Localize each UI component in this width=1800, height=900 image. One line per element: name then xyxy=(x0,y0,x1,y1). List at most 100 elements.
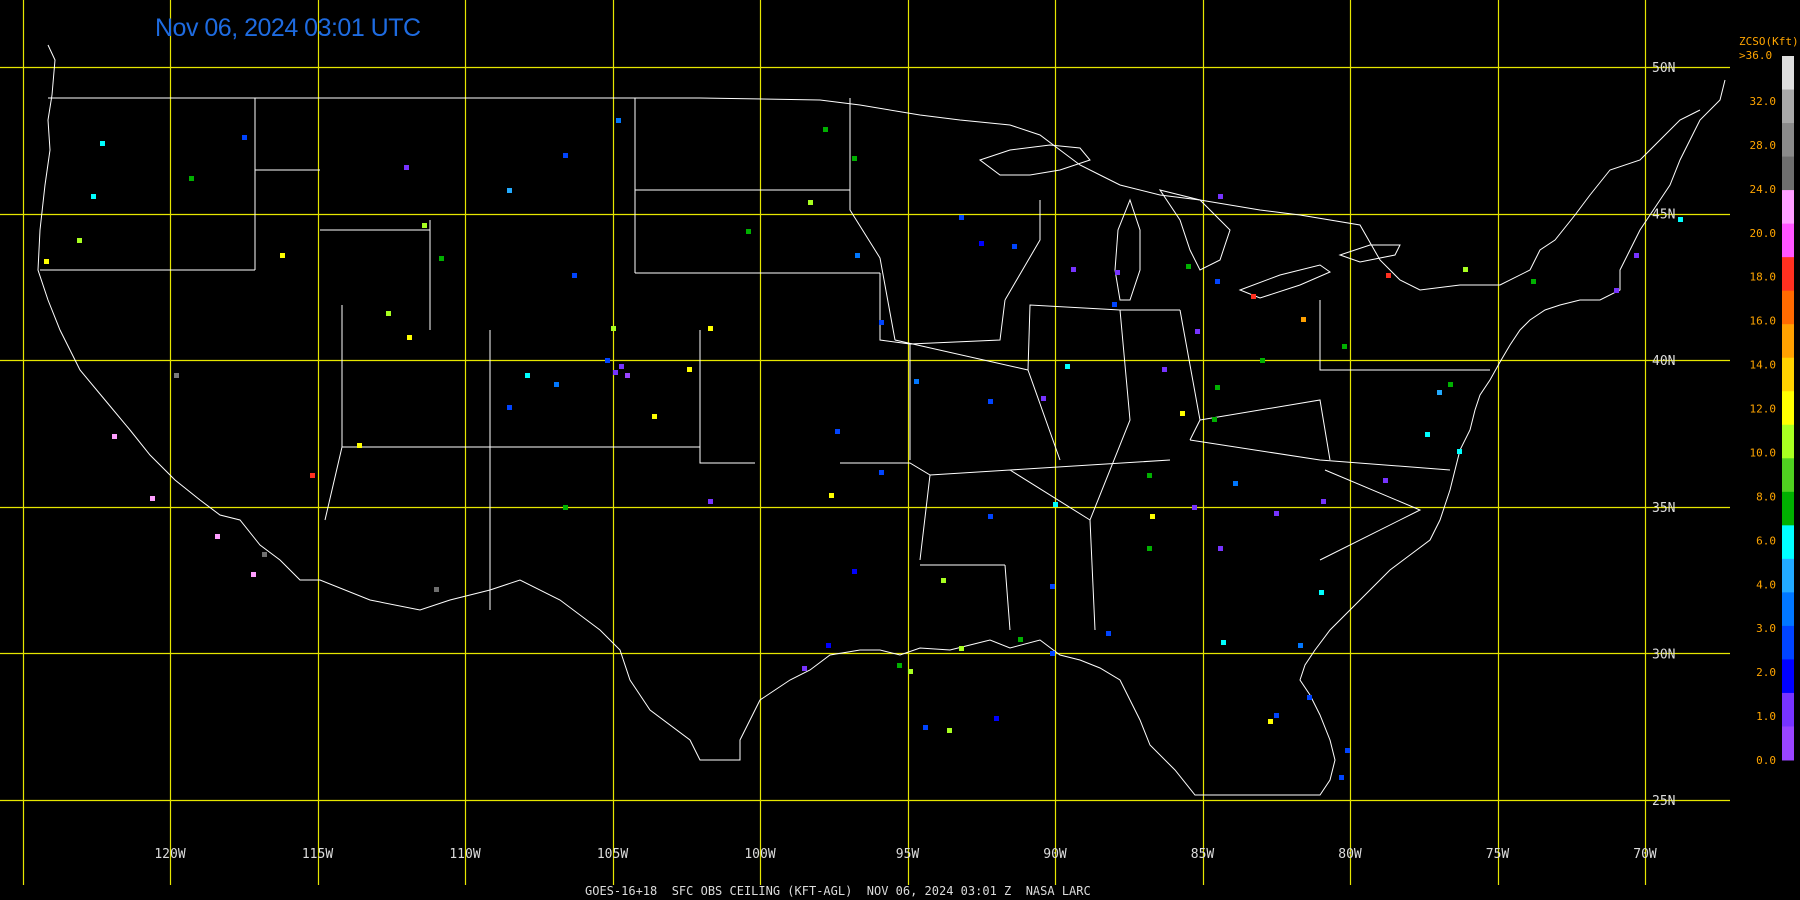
observation-dot xyxy=(1071,267,1076,272)
observation-dot xyxy=(835,429,840,434)
observation-dot xyxy=(1251,294,1256,299)
observation-dot xyxy=(189,176,194,181)
observation-dot xyxy=(310,473,315,478)
observation-dot xyxy=(174,373,179,378)
observation-dot xyxy=(1147,546,1152,551)
observation-dot xyxy=(215,534,220,539)
observation-dot xyxy=(1106,631,1111,636)
observation-dot xyxy=(1215,279,1220,284)
observation-dot xyxy=(572,273,577,278)
observation-dot xyxy=(280,253,285,258)
observation-dot xyxy=(1050,584,1055,589)
observation-dot xyxy=(1342,344,1347,349)
observation-dot xyxy=(563,153,568,158)
legend-label: 20.0 xyxy=(1750,227,1777,240)
observation-dot xyxy=(923,725,928,730)
observation-dot xyxy=(1162,367,1167,372)
legend-swatch xyxy=(1782,491,1794,526)
legend-label: 32.0 xyxy=(1750,95,1777,108)
observation-dot xyxy=(1301,317,1306,322)
legend-top-label: >36.0 xyxy=(1739,49,1773,62)
legend-swatch xyxy=(1782,726,1794,761)
legend-swatch xyxy=(1782,89,1794,124)
observation-dot xyxy=(357,443,362,448)
observation-dot xyxy=(1053,502,1058,507)
observation-dot xyxy=(616,118,621,123)
observation-dot xyxy=(852,156,857,161)
legend-label: 16.0 xyxy=(1750,315,1777,328)
observation-dot xyxy=(1425,432,1430,437)
observation-dot xyxy=(611,326,616,331)
longitude-label: 95W xyxy=(896,847,920,862)
observation-dot xyxy=(507,188,512,193)
observation-dot xyxy=(879,320,884,325)
legend-swatch xyxy=(1782,525,1794,560)
observation-dot xyxy=(1383,478,1388,483)
legend-label: 0.0 xyxy=(1756,754,1776,767)
observation-dot xyxy=(1634,253,1639,258)
observation-dot xyxy=(988,514,993,519)
legend-swatch xyxy=(1782,592,1794,627)
legend-label: 28.0 xyxy=(1750,139,1777,152)
legend-label: 12.0 xyxy=(1750,403,1777,416)
observation-dot xyxy=(262,552,267,557)
observation-dot xyxy=(100,141,105,146)
legend-swatch xyxy=(1782,123,1794,158)
observation-dot xyxy=(1050,651,1055,656)
observation-dot xyxy=(1115,270,1120,275)
legend-swatch xyxy=(1782,357,1794,392)
observation-dot xyxy=(1212,417,1217,422)
observation-dot xyxy=(1147,473,1152,478)
legend-swatch xyxy=(1782,424,1794,459)
legend-swatch xyxy=(1782,190,1794,225)
observation-dot xyxy=(1018,637,1023,642)
observation-dot xyxy=(808,200,813,205)
longitude-label: 100W xyxy=(744,847,775,862)
longitude-label: 90W xyxy=(1043,847,1067,862)
observation-dot xyxy=(941,578,946,583)
observation-dot xyxy=(625,373,630,378)
observation-dot xyxy=(1319,590,1324,595)
legend-swatch xyxy=(1782,458,1794,493)
observation-dot xyxy=(1531,279,1536,284)
observation-dot xyxy=(746,229,751,234)
observation-dot xyxy=(91,194,96,199)
observation-dot xyxy=(77,238,82,243)
observation-dot xyxy=(619,364,624,369)
latitude-label: 50N xyxy=(1652,61,1675,76)
observation-dot xyxy=(1180,411,1185,416)
observation-dot xyxy=(613,370,618,375)
observation-dot xyxy=(708,499,713,504)
observation-dot xyxy=(554,382,559,387)
observation-dot xyxy=(1218,546,1223,551)
longitude-label: 110W xyxy=(449,847,480,862)
ceiling-map: 120W 115W 110W 105W 100W 95W 90W 85W 80W 75W 70W 5… xyxy=(0,0,1800,900)
legend-label: 6.0 xyxy=(1756,534,1776,547)
observation-dot xyxy=(251,572,256,577)
observation-dot xyxy=(1274,511,1279,516)
observation-dot xyxy=(1321,499,1326,504)
observation-dot xyxy=(1307,695,1312,700)
observation-dot xyxy=(959,215,964,220)
observation-dot xyxy=(434,587,439,592)
legend-swatch xyxy=(1782,558,1794,593)
observation-dot xyxy=(1298,643,1303,648)
observation-dot xyxy=(908,669,913,674)
observation-dot xyxy=(525,373,530,378)
longitude-label: 75W xyxy=(1486,847,1510,862)
observation-dot xyxy=(994,716,999,721)
observation-dot xyxy=(802,666,807,671)
legend-label: 24.0 xyxy=(1750,183,1777,196)
observation-dot xyxy=(1463,267,1468,272)
observation-dot xyxy=(112,434,117,439)
timestamp-title: Nov 06, 2024 03:01 UTC xyxy=(155,14,421,42)
legend-label: 2.0 xyxy=(1756,666,1776,679)
legend-swatch xyxy=(1782,692,1794,727)
observation-dot xyxy=(563,505,568,510)
observation-dot xyxy=(826,643,831,648)
observation-dot xyxy=(44,259,49,264)
observation-dot xyxy=(407,335,412,340)
legend-swatch xyxy=(1782,391,1794,426)
observation-dot xyxy=(1345,748,1350,753)
observation-dot xyxy=(404,165,409,170)
